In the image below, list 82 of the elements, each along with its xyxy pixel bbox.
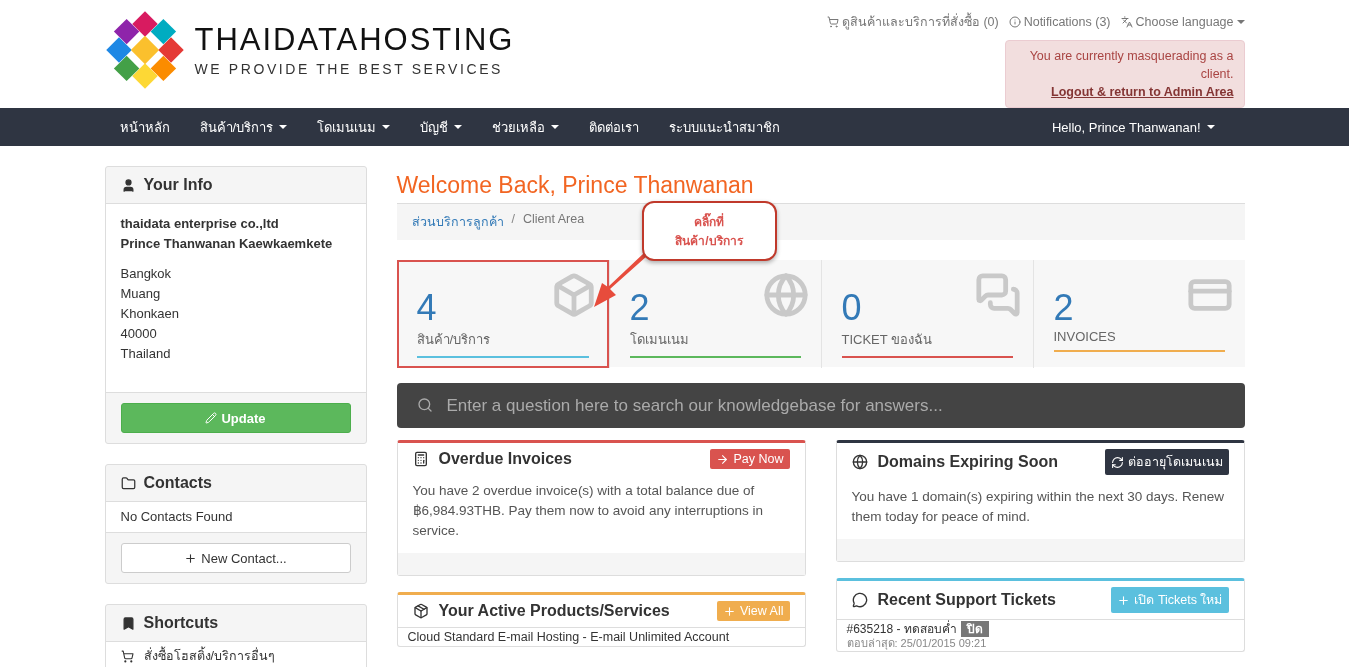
calculator-icon — [412, 451, 429, 467]
bookmark-icon — [120, 615, 136, 631]
breadcrumb-link[interactable]: Client Area — [523, 212, 585, 232]
nav-item[interactable]: โดเมนเนม — [302, 116, 406, 138]
pencil-icon — [205, 412, 218, 424]
nav-item[interactable]: ติดต่อเรา — [574, 116, 655, 138]
nav-item[interactable]: ช่วยเหลือ — [477, 116, 575, 138]
caret-icon — [551, 125, 560, 129]
welcome-heading: Welcome Back, Prince Thanwanan — [396, 172, 755, 199]
stat-count: 0 — [841, 290, 862, 326]
nav-item[interactable]: สินค้า/บริการ — [184, 116, 303, 138]
chat-bubbles-icon — [974, 272, 1021, 318]
cart-icon — [826, 16, 839, 28]
alert-text: You are currently masquerading as a client. — [1028, 48, 1234, 83]
company-name: thaidata enterprise co.,ltd — [120, 215, 280, 233]
breadcrumb-separator: / — [511, 212, 515, 228]
stat-label: โดเมนเนม — [629, 331, 690, 349]
caret-icon — [382, 125, 391, 129]
address-line: Thailand — [120, 345, 172, 363]
top-link[interactable]: ดูสินค้าและบริการที่สั่งซื้อ (0) — [826, 12, 999, 32]
plus-icon — [722, 604, 736, 618]
client-name: Prince Thanwanan Kaewkaemkete — [120, 235, 334, 253]
panel-button[interactable]: Pay Now — [710, 449, 790, 469]
panel-title: Contacts — [143, 474, 212, 492]
panel-button[interactable]: ต่ออายุโดเมนเนม — [1104, 449, 1229, 475]
panel-title: Domains Expiring Soon — [877, 453, 1058, 471]
address-line: Muang — [120, 285, 162, 303]
language-icon — [1120, 16, 1133, 28]
new-contact-button[interactable]: New Contact... — [120, 543, 351, 573]
top-link[interactable]: Notifications (3) — [1008, 12, 1111, 32]
user-menu[interactable]: Hello, Prince Thanwanan! — [1036, 119, 1230, 135]
stat-count: 2 — [1053, 290, 1074, 326]
nav-item[interactable]: หน้าหลัก — [104, 116, 185, 138]
info-icon — [1008, 16, 1021, 28]
stat-label: INVOICES — [1053, 329, 1117, 344]
panel-title: Your Active Products/Services — [438, 602, 670, 620]
globe-icon — [762, 272, 809, 318]
ticket-subject[interactable]: #635218 - ทดสอบค่ำ — [846, 622, 957, 636]
plus-icon — [184, 551, 198, 565]
logo-icon — [104, 10, 185, 90]
caret-icon — [1206, 125, 1215, 129]
panel-title: Recent Support Tickets — [877, 591, 1056, 609]
admin-link[interactable]: Logout & return to Admin Area — [1051, 85, 1234, 99]
breadcrumb-link[interactable]: ส่วนบริการลูกค้า — [411, 212, 504, 232]
panel-title: Shortcuts — [143, 614, 219, 632]
logo-name: THAIDATAHOSTING — [194, 23, 515, 55]
folder-icon — [120, 475, 136, 491]
panel-text: You have 1 domain(s) expiring within the next 30 days. Renew them today for peace of mind. — [850, 488, 1225, 526]
cube-icon — [412, 603, 429, 619]
caret-icon — [454, 125, 463, 129]
address-line: Bangkok — [120, 265, 173, 283]
empty-message: No Contacts Found — [120, 508, 234, 526]
stat-count: 2 — [629, 290, 650, 326]
stat-count: 4 — [416, 290, 437, 326]
panel-title: Overdue Invoices — [438, 450, 572, 468]
address-line: Khonkaen — [120, 305, 181, 323]
top-link[interactable]: Choose language — [1120, 12, 1245, 32]
stat-tile[interactable]: 0 TICKET ของฉัน — [820, 260, 1033, 368]
caret-icon — [279, 125, 288, 129]
stat-label: TICKET ของฉัน — [841, 331, 934, 349]
stat-label: สินค้า/บริการ — [416, 331, 492, 349]
ticket-updated: ตอบล่าสุด: 25/01/2015 09:21 — [846, 637, 988, 650]
panel-title: Your Info — [143, 176, 213, 194]
stat-tile[interactable]: 4 สินค้า/บริการ — [396, 260, 609, 368]
status-badge: ปิด — [960, 621, 989, 637]
nav-item[interactable]: ระบบแนะนำสมาชิก — [654, 116, 796, 138]
plus-icon — [1117, 593, 1131, 607]
nav-item[interactable]: บัญชี — [405, 116, 478, 138]
chat-icon — [851, 592, 868, 608]
arrow-right-icon — [716, 452, 730, 466]
cart-icon — [120, 649, 134, 663]
search-field[interactable]: Enter a question here to search our knowledgebase for answers... — [396, 383, 1245, 428]
product-row[interactable]: Cloud Standard E-mail Hosting - E-mail Unlimited Account — [397, 627, 805, 646]
logo-tagline: WE PROVIDE THE BEST SERVICES — [194, 60, 505, 77]
refresh-icon — [1110, 455, 1124, 469]
user-icon — [120, 177, 136, 193]
globe-icon — [851, 454, 868, 470]
callout-text: คลิ๊กที่ สินค้า/บริการ — [641, 201, 777, 261]
caret-icon — [1236, 20, 1245, 24]
address-line: 40000 — [120, 325, 158, 343]
stat-tile[interactable]: 2 INVOICES — [1032, 260, 1245, 368]
panel-text: You have 2 overdue invoice(s) with a total balance due of ฿6,984.93THB. Pay them now to avoid any interruptions in service. — [411, 482, 764, 540]
